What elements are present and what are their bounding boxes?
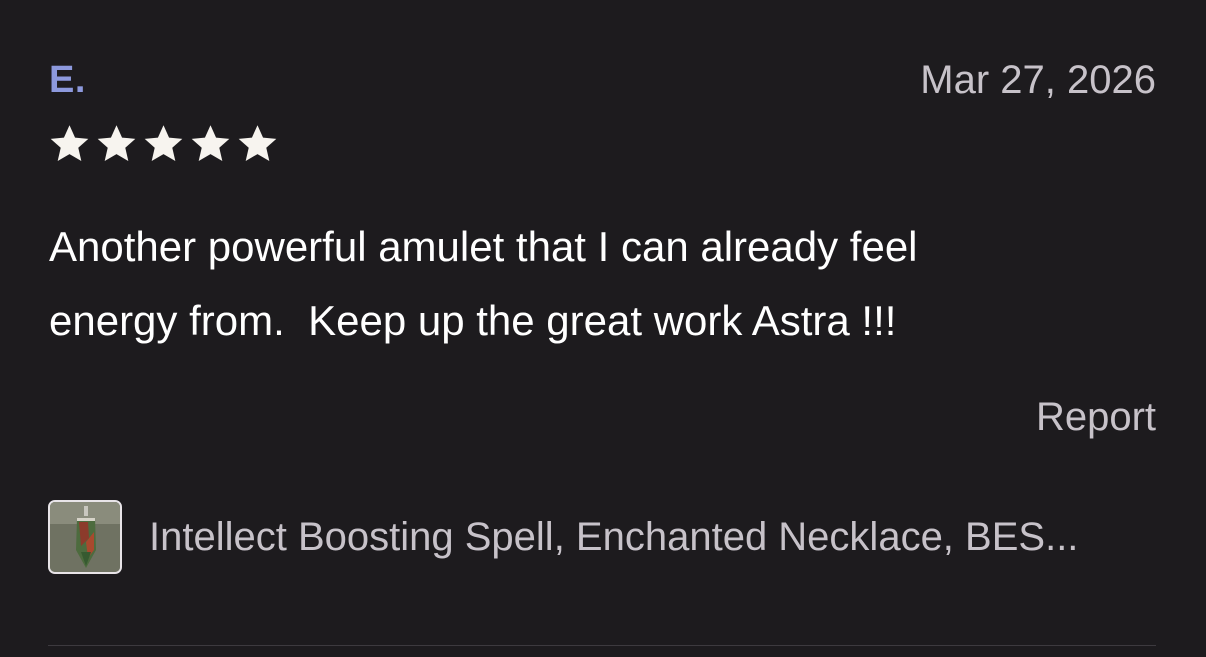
reviewer-name: E.: [49, 59, 86, 101]
report-button[interactable]: Report: [1036, 393, 1156, 441]
star-rating: [48, 122, 279, 165]
necklace-thumbnail-icon: [50, 502, 120, 572]
divider: [48, 645, 1156, 646]
product-thumbnail[interactable]: [48, 500, 122, 574]
star-icon: [144, 125, 183, 162]
star-icon: [97, 125, 136, 162]
reviewed-product-link[interactable]: Intellect Boosting Spell, Enchanted Neck…: [48, 499, 1156, 575]
review-text-line-2: energy from. Keep up the great work Astr…: [49, 297, 897, 344]
review-date: Mar 27, 2026: [920, 58, 1156, 102]
product-title[interactable]: Intellect Boosting Spell, Enchanted Neck…: [149, 513, 1078, 561]
star-icon: [238, 125, 277, 162]
review-card: E. Mar 27, 2026 Another powerful amulet …: [0, 0, 1206, 657]
review-text: Another powerful amulet that I can alrea…: [49, 210, 1149, 358]
star-icon: [50, 125, 89, 162]
review-text-line-1: Another powerful amulet that I can alrea…: [49, 223, 918, 270]
star-icon: [191, 125, 230, 162]
